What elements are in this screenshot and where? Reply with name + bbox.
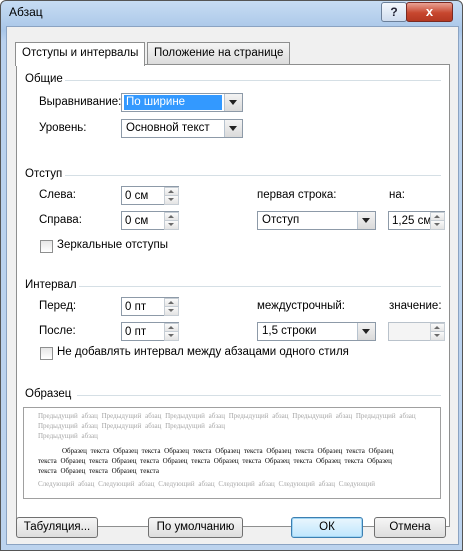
chevron-down-icon[interactable] (357, 323, 375, 340)
preview-prev-line: Предыдущий абзац (38, 432, 98, 440)
alignment-value: По ширине (124, 95, 222, 110)
mirror-indents-checkbox[interactable] (40, 240, 53, 253)
alignment-label: Выравнивание: (39, 96, 122, 108)
indent-by-label: на: (389, 189, 405, 201)
preview-box: Предыдущий абзац Предыдущий абзац Предыд… (23, 407, 441, 499)
no-space-same-style-label: Не добавлять интервал между абзацами одн… (57, 346, 349, 358)
tabs-button[interactable]: Табуляция... (16, 517, 98, 538)
indent-divider (65, 175, 441, 176)
spin-down-icon[interactable] (430, 220, 445, 230)
chevron-down-icon[interactable] (224, 120, 242, 137)
spacing-heading: Интервал (25, 279, 77, 291)
no-space-same-style-checkbox[interactable] (40, 347, 53, 360)
line-spacing-label: междустрочный: (257, 300, 345, 312)
alignment-select[interactable]: По ширине (121, 93, 243, 112)
first-line-value: Отступ (262, 214, 300, 226)
preview-divider (77, 395, 441, 396)
preview-prev-line: Предыдущий абзац Предыдущий абзац Предыд… (38, 412, 416, 430)
preview-heading: Образец (25, 388, 72, 400)
line-spacing-select[interactable]: 1,5 строки (257, 322, 376, 341)
spacing-divider (79, 286, 441, 287)
preview-sample-line: Образец текста Образец текста Образец те… (62, 447, 394, 455)
chevron-down-icon[interactable] (357, 212, 375, 229)
dialog-window: Абзац ? x Отступы и интервалы Положение … (0, 0, 463, 551)
mirror-indents-label: Зеркальные отступы (57, 239, 168, 251)
indent-left-spinner[interactable]: 0 см (121, 186, 179, 205)
spacing-before-spinner[interactable]: 0 пт (121, 297, 179, 316)
general-divider (65, 80, 441, 81)
ok-button[interactable]: ОК (291, 517, 363, 538)
indent-left-label: Слева: (39, 189, 76, 201)
chevron-down-icon[interactable] (224, 94, 242, 111)
first-line-select[interactable]: Отступ (257, 211, 376, 230)
line-spacing-value: 1,5 строки (262, 325, 317, 337)
spacing-after-label: После: (39, 325, 76, 337)
spacing-after-spinner[interactable]: 0 пт (121, 322, 179, 341)
indent-right-label: Справа: (39, 214, 82, 226)
level-label: Уровень: (39, 122, 87, 134)
spacing-at-label: значение: (389, 300, 442, 312)
spin-down-icon[interactable] (430, 331, 445, 341)
set-default-button[interactable]: По умолчанию (148, 517, 243, 538)
preview-sample-line: текста Образец текста Образец текста (38, 467, 159, 475)
indent-by-value: 1,25 см (392, 215, 432, 227)
level-value: Основной текст (126, 122, 210, 134)
dialog-client: Отступы и интервалы Положение на страниц… (6, 26, 459, 545)
indent-by-spinner[interactable]: 1,25 см (388, 211, 445, 230)
spacing-before-label: Перед: (39, 300, 77, 312)
preview-sample-line: текста Образец текста Образец текста Обр… (38, 457, 392, 465)
spacing-after-value: 0 пт (125, 326, 147, 338)
window-title: Абзац (9, 5, 43, 19)
tab-line-page-breaks[interactable]: Положение на странице (147, 42, 291, 64)
first-line-label: первая строка: (257, 189, 337, 201)
spin-down-icon[interactable] (164, 306, 179, 316)
help-button[interactable]: ? (381, 2, 407, 22)
indent-right-value: 0 см (125, 215, 149, 227)
spin-down-icon[interactable] (164, 195, 179, 205)
indent-right-spinner[interactable]: 0 см (121, 211, 179, 230)
level-select[interactable]: Основной текст (121, 119, 243, 138)
spacing-before-value: 0 пт (125, 301, 147, 313)
spacing-at-spinner[interactable] (388, 322, 445, 341)
spin-down-icon[interactable] (164, 331, 179, 341)
indent-heading: Отступ (25, 168, 63, 180)
indent-left-value: 0 см (125, 190, 149, 202)
close-button[interactable]: x (406, 2, 453, 22)
spin-down-icon[interactable] (164, 220, 179, 230)
general-heading: Общие (25, 73, 63, 85)
cancel-button[interactable]: Отмена (374, 517, 446, 538)
tab-indents-spacing[interactable]: Отступы и интервалы (15, 42, 146, 66)
preview-next-line: Следующий абзац Следующий абзац Следующи… (38, 480, 376, 488)
